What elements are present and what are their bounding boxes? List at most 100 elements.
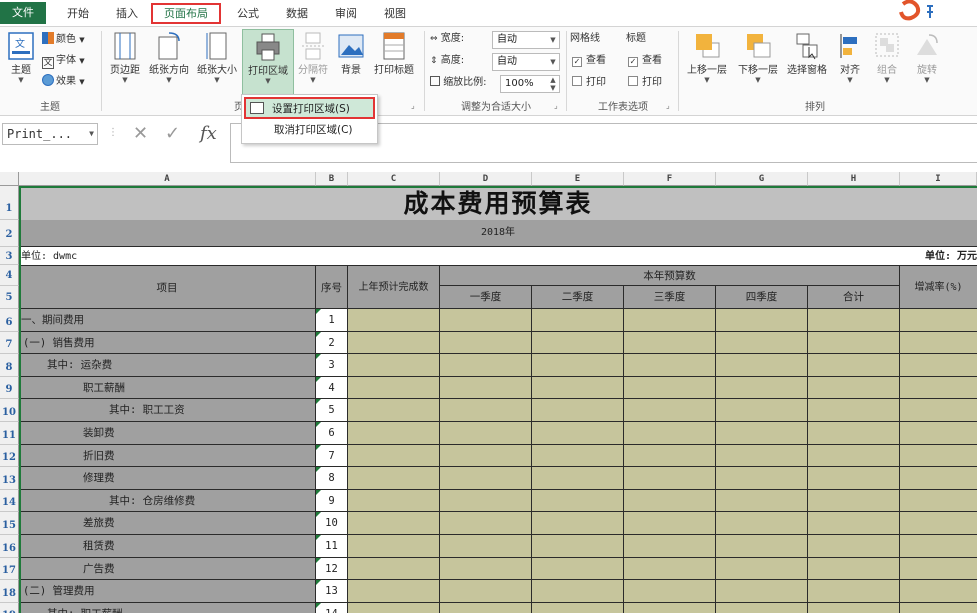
budget-input-cell[interactable] — [716, 490, 808, 512]
budget-input-cell[interactable] — [808, 603, 900, 613]
sheet-options-launcher-icon[interactable]: ⌟ — [666, 101, 670, 110]
header-q4[interactable]: 四季度 — [716, 286, 808, 309]
orientation-button[interactable]: 纸张方向 ▼ — [145, 31, 193, 84]
budget-input-cell[interactable] — [440, 377, 532, 399]
budget-input-cell[interactable] — [348, 309, 440, 332]
budget-input-cell[interactable] — [624, 512, 716, 535]
enter-icon[interactable]: ✓ — [165, 123, 180, 144]
column-header-b[interactable]: B — [316, 172, 348, 186]
budget-input-cell[interactable] — [348, 535, 440, 558]
tab-insert[interactable]: 插入 — [107, 3, 147, 24]
budget-input-cell[interactable] — [716, 535, 808, 558]
budget-input-cell[interactable] — [808, 580, 900, 603]
budget-input-cell[interactable] — [900, 422, 977, 445]
budget-input-cell[interactable] — [624, 445, 716, 467]
row-header[interactable]: 9 — [0, 377, 19, 399]
column-header-g[interactable]: G — [716, 172, 808, 186]
item-cell[interactable]: 差旅费 — [19, 512, 316, 535]
tab-review[interactable]: 审阅 — [325, 3, 367, 24]
budget-input-cell[interactable] — [716, 445, 808, 467]
name-box[interactable]: Print_... ▼ — [2, 123, 98, 145]
budget-input-cell[interactable] — [624, 535, 716, 558]
tab-file[interactable]: 文件 — [0, 2, 46, 24]
budget-input-cell[interactable] — [624, 580, 716, 603]
align-button[interactable]: 对齐 ▼ — [834, 31, 866, 84]
budget-input-cell[interactable] — [348, 558, 440, 580]
budget-input-cell[interactable] — [532, 332, 624, 354]
cancel-icon[interactable]: ✕ — [133, 123, 148, 144]
budget-input-cell[interactable] — [348, 512, 440, 535]
header-q1[interactable]: 一季度 — [440, 286, 532, 309]
row-header[interactable]: 1 — [0, 186, 19, 220]
header-change-rate[interactable]: 增减率(%) — [900, 265, 977, 309]
budget-input-cell[interactable] — [624, 603, 716, 613]
budget-input-cell[interactable] — [808, 445, 900, 467]
item-cell[interactable]: 修理费 — [19, 467, 316, 490]
budget-input-cell[interactable] — [900, 535, 977, 558]
print-area-button[interactable]: 打印区域 ▼ — [242, 29, 294, 95]
tab-data[interactable]: 数据 — [276, 3, 318, 24]
header-q2[interactable]: 二季度 — [532, 286, 624, 309]
column-header-e[interactable]: E — [532, 172, 624, 186]
budget-input-cell[interactable] — [532, 422, 624, 445]
budget-input-cell[interactable] — [440, 445, 532, 467]
budget-input-cell[interactable] — [348, 399, 440, 422]
item-cell[interactable]: 广告费 — [19, 558, 316, 580]
budget-input-cell[interactable] — [348, 445, 440, 467]
budget-input-cell[interactable] — [624, 467, 716, 490]
budget-input-cell[interactable] — [440, 603, 532, 613]
budget-input-cell[interactable] — [716, 354, 808, 377]
header-seq[interactable]: 序号 — [316, 265, 348, 309]
seq-cell[interactable]: 12 — [316, 558, 348, 580]
margins-button[interactable]: 页边距 ▼ — [106, 31, 144, 84]
budget-input-cell[interactable] — [808, 399, 900, 422]
row-header[interactable]: 17 — [0, 558, 19, 580]
tab-formulas[interactable]: 公式 — [228, 3, 268, 24]
budget-input-cell[interactable] — [532, 377, 624, 399]
budget-input-cell[interactable] — [624, 332, 716, 354]
budget-input-cell[interactable] — [348, 490, 440, 512]
budget-input-cell[interactable] — [900, 332, 977, 354]
budget-input-cell[interactable] — [440, 399, 532, 422]
budget-input-cell[interactable] — [440, 467, 532, 490]
row-header[interactable]: 3 — [0, 247, 19, 265]
budget-input-cell[interactable] — [532, 535, 624, 558]
budget-input-cell[interactable] — [532, 399, 624, 422]
row-header[interactable]: 18 — [0, 580, 19, 603]
seq-cell[interactable]: 1 — [316, 309, 348, 332]
sheet-title[interactable]: 成本费用预算表 — [19, 186, 977, 220]
budget-input-cell[interactable] — [900, 558, 977, 580]
budget-input-cell[interactable] — [716, 332, 808, 354]
header-this-year[interactable]: 本年预算数 — [440, 265, 900, 286]
budget-input-cell[interactable] — [440, 512, 532, 535]
scale-spinner[interactable]: 100% ▲ ▼ — [500, 75, 560, 93]
row-header[interactable]: 15 — [0, 512, 19, 535]
gridlines-view-checkbox[interactable]: ✓ 查看 — [572, 53, 606, 69]
row-header[interactable]: 16 — [0, 535, 19, 558]
budget-input-cell[interactable] — [440, 490, 532, 512]
header-total[interactable]: 合计 — [808, 286, 900, 309]
background-button[interactable]: 背景 — [334, 31, 368, 76]
seq-cell[interactable]: 7 — [316, 445, 348, 467]
seq-cell[interactable]: 8 — [316, 467, 348, 490]
header-q3[interactable]: 三季度 — [624, 286, 716, 309]
budget-input-cell[interactable] — [624, 558, 716, 580]
budget-input-cell[interactable] — [716, 377, 808, 399]
item-cell[interactable]: 一、期间费用 — [19, 309, 316, 332]
theme-fonts-button[interactable]: 文字体 ▼ — [42, 53, 85, 69]
bring-forward-button[interactable]: 上移一层 ▼ — [682, 31, 732, 84]
paper-size-button[interactable]: 纸张大小 ▼ — [194, 31, 240, 84]
item-cell[interactable]: (一) 销售费用 — [19, 332, 316, 354]
clear-print-area-menu-item[interactable]: 取消打印区域(C) — [244, 120, 375, 142]
insert-function-icon[interactable]: fx — [200, 123, 217, 144]
budget-input-cell[interactable] — [532, 354, 624, 377]
budget-input-cell[interactable] — [808, 467, 900, 490]
budget-input-cell[interactable] — [348, 603, 440, 613]
row-header[interactable]: 12 — [0, 445, 19, 467]
budget-input-cell[interactable] — [808, 332, 900, 354]
budget-input-cell[interactable] — [900, 309, 977, 332]
budget-input-cell[interactable] — [716, 399, 808, 422]
budget-input-cell[interactable] — [624, 354, 716, 377]
tab-page-layout[interactable]: 页面布局 — [151, 3, 221, 24]
budget-input-cell[interactable] — [440, 422, 532, 445]
